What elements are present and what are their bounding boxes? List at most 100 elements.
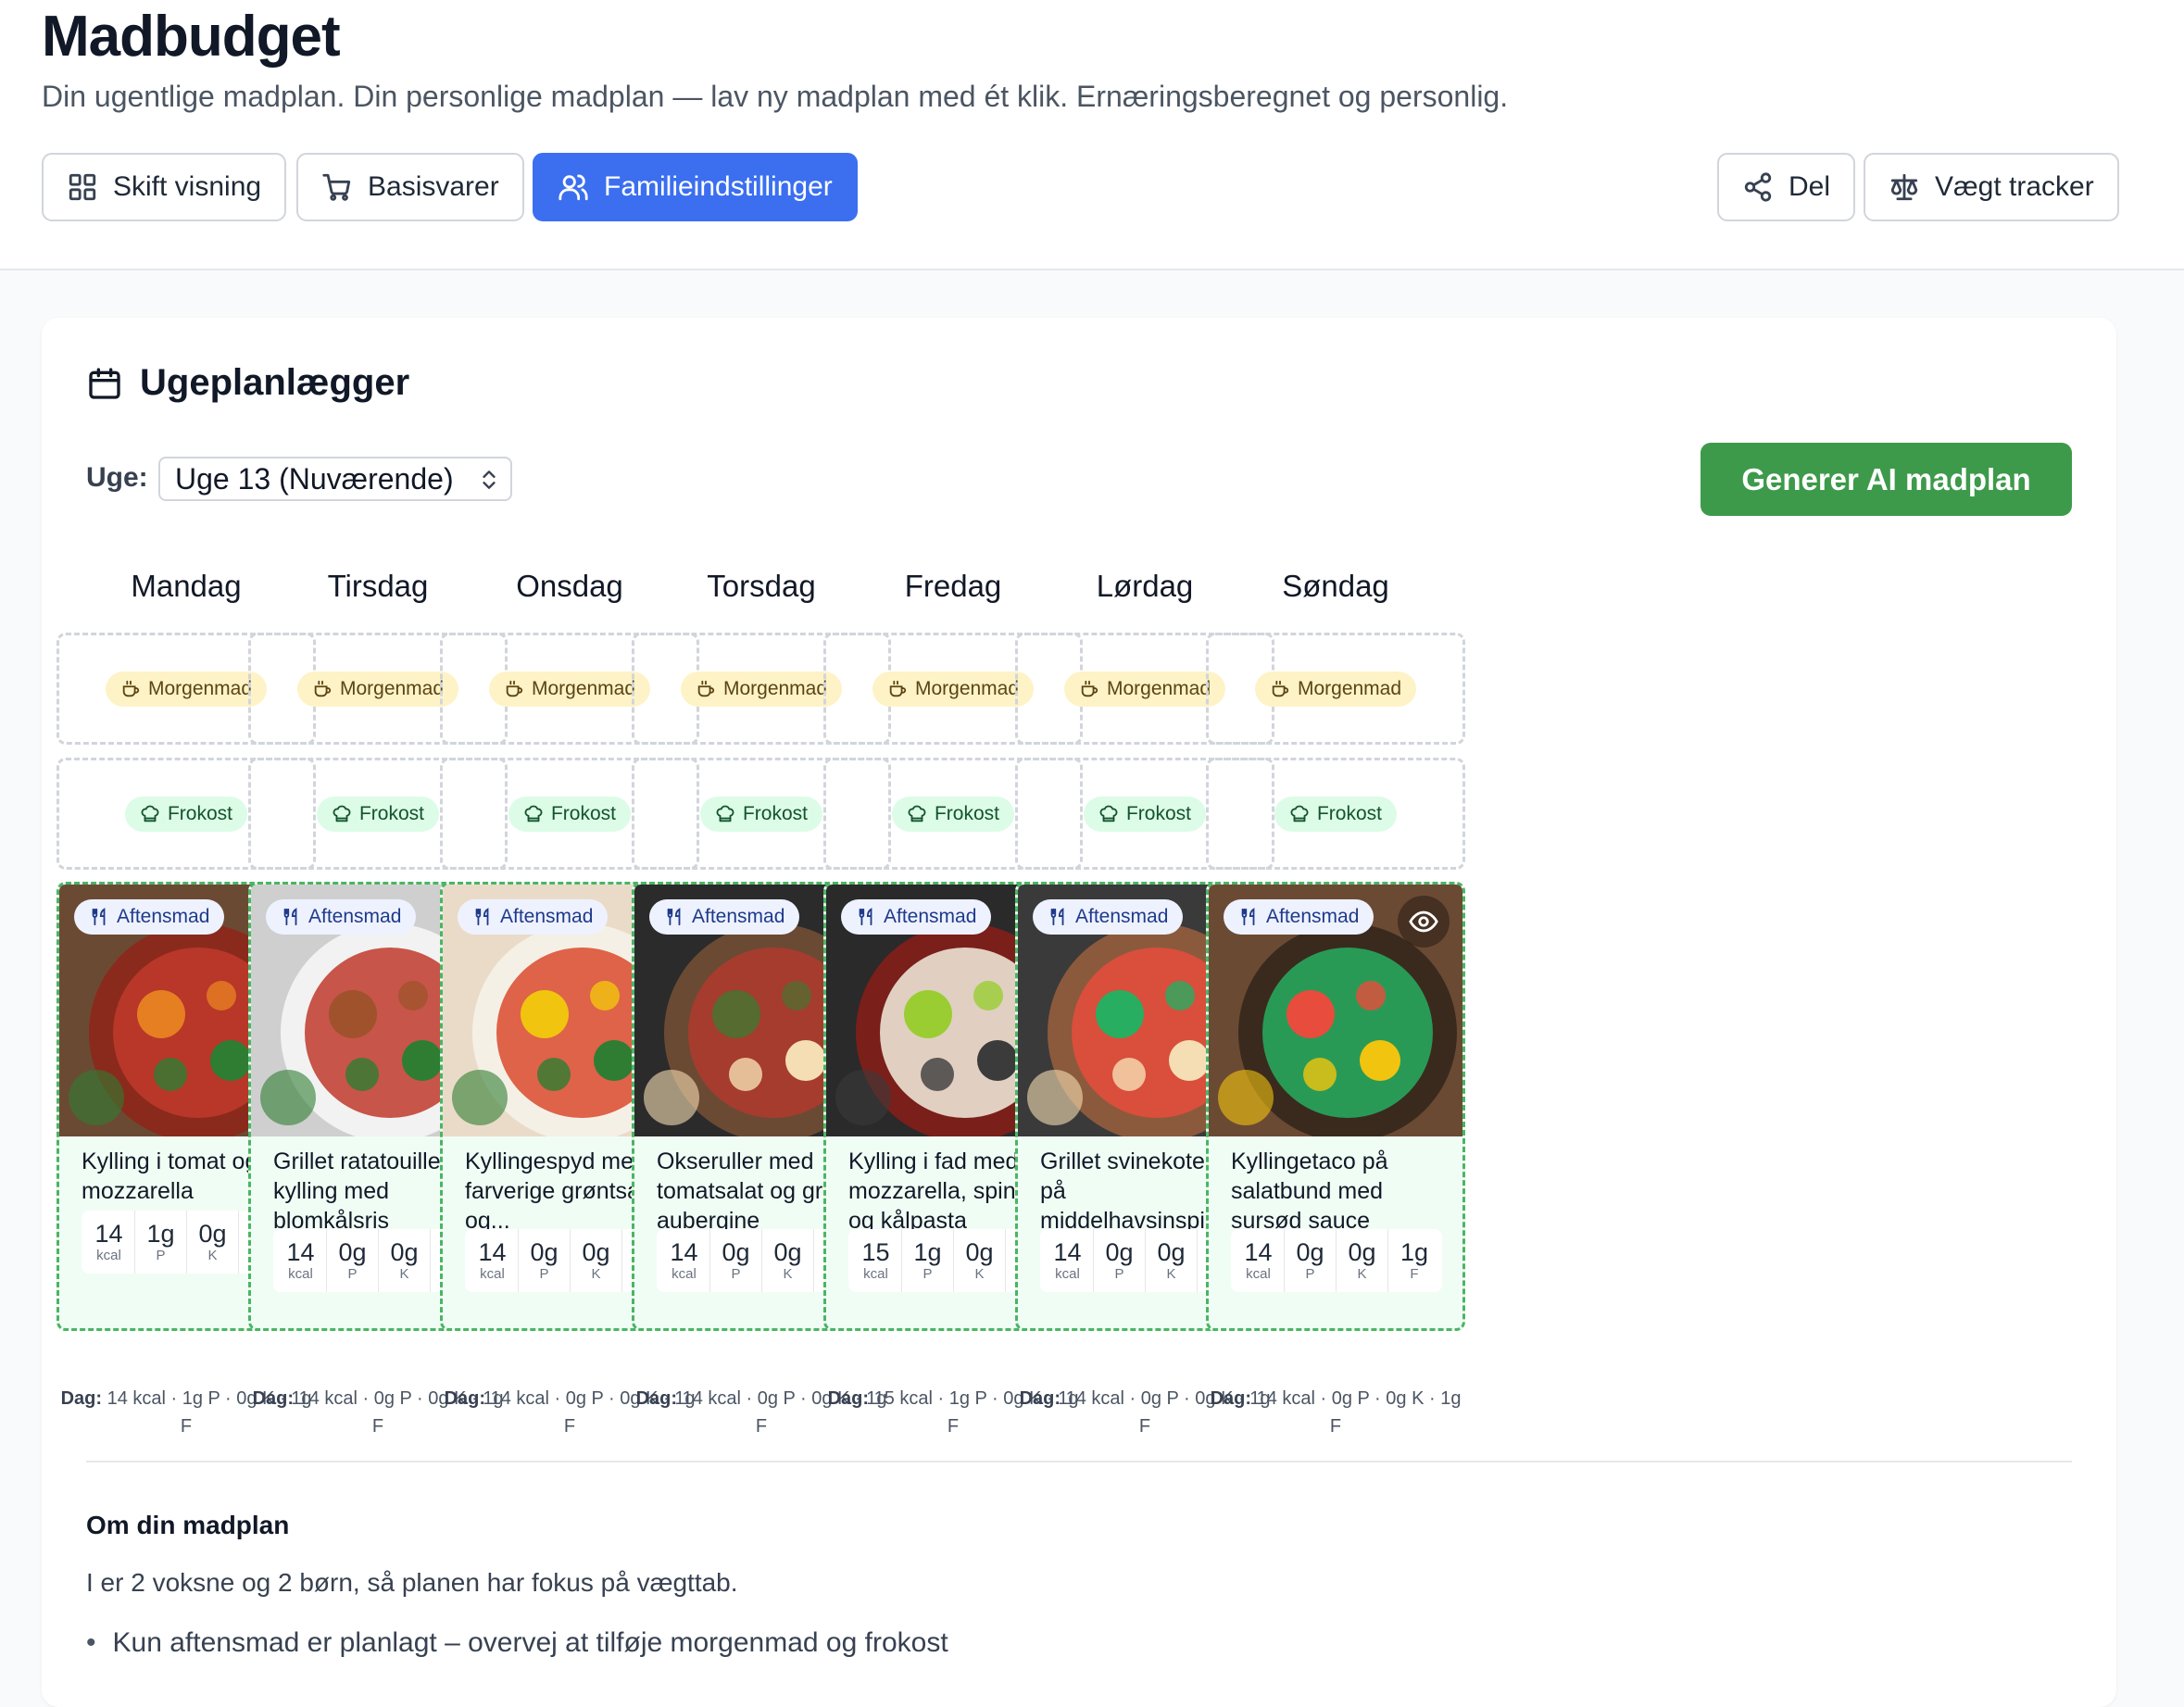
morning-chip: Morgenmad [105, 671, 268, 707]
macro-k: 0g K [1337, 1229, 1388, 1292]
basics-button[interactable]: Basisvarer [296, 153, 524, 221]
utensils-icon [92, 908, 106, 926]
day-total: Dag: 14 kcal · 0g P · 0g K · 1g F [1206, 1385, 1465, 1440]
lunch-chip: Frokost [1083, 796, 1206, 832]
macro-value: 15 [861, 1238, 890, 1266]
day-total-label: Dag: [252, 1388, 295, 1409]
lunch-label: Frokost [934, 802, 999, 824]
macro-kcal: 15 kcal [850, 1229, 902, 1292]
macro-kcal: 14 kcal [467, 1229, 519, 1292]
app-subtitle: Din ugentlige madplan. Din personlige ma… [42, 80, 1509, 113]
morning-chip: Morgenmad [1254, 671, 1417, 707]
generate-ai-plan-button[interactable]: Generer AI madplan [1701, 443, 2072, 516]
macro-value: 14 [1244, 1238, 1273, 1266]
utensils-icon [283, 908, 297, 926]
dinner-chip: Aftensmad [841, 899, 992, 935]
macro-k: 0g K [379, 1229, 431, 1292]
day-column: Søndag Morgenmad Frokost Aftensmad Kyllinget… [1206, 559, 1465, 1437]
dinner-chip: Aftensmad [266, 899, 417, 935]
week-planner-card: Ugeplanlægger Uge: Uge 13 (Nuværende) Ge… [42, 318, 2116, 1707]
coffee-icon [506, 680, 523, 697]
day-total-label: Dag: [444, 1388, 486, 1409]
dinner-chip: Aftensmad [458, 899, 609, 935]
macro-p: 0g P [710, 1229, 762, 1292]
macro-k: 0g K [1146, 1229, 1198, 1292]
chef-hat-icon [524, 805, 543, 822]
macro-unit: P [1305, 1266, 1315, 1282]
view-meal-button[interactable] [1398, 896, 1450, 948]
macro-unit: P [156, 1248, 166, 1263]
dinner-label: Aftensmad [692, 906, 785, 927]
lunch-slot[interactable]: Frokost [1206, 758, 1465, 870]
dinner-label: Aftensmad [308, 906, 402, 927]
coffee-icon [697, 680, 715, 697]
morning-label: Morgenmad [722, 677, 828, 699]
macro-value: 14 [478, 1238, 507, 1266]
coffee-icon [1081, 680, 1098, 697]
macro-f: 1gF [1388, 1229, 1440, 1292]
coffee-icon [889, 680, 907, 697]
morning-slot[interactable]: Morgenmad [1206, 633, 1465, 745]
macro-kcal: 14 kcal [83, 1211, 135, 1274]
macro-value: 0g [1296, 1238, 1324, 1266]
macro-unit: P [347, 1266, 358, 1282]
day-total-label: Dag: [635, 1388, 678, 1409]
macro-p: 0g P [519, 1229, 571, 1292]
morning-chip: Morgenmad [488, 671, 651, 707]
morning-chip: Morgenmad [1063, 671, 1226, 707]
share-button[interactable]: Del [1717, 153, 1856, 221]
top-header: Madbudget Din ugentlige madplan. Din per… [0, 0, 2184, 270]
macro-unit: K [1357, 1266, 1367, 1282]
macro-unit: kcal [96, 1248, 121, 1263]
macro-unit: kcal [480, 1266, 505, 1282]
macro-unit: F [1410, 1266, 1419, 1282]
about-text: I er 2 voksne og 2 børn, så planen har f… [86, 1568, 738, 1597]
switch-view-label: Skift visning [113, 171, 262, 202]
lunch-chip: Frokost [508, 796, 631, 832]
users-icon [559, 174, 588, 201]
weight-tracker-button[interactable]: Vægt tracker [1864, 153, 2119, 221]
switch-view-button[interactable]: Skift visning [42, 153, 287, 221]
macro-value: 1g [1400, 1238, 1429, 1266]
chef-hat-icon [716, 805, 734, 822]
macro-value: 0g [582, 1238, 610, 1266]
macro-value: 0g [1348, 1238, 1376, 1266]
morning-label: Morgenmad [339, 677, 445, 699]
about-list: Kun aftensmad er planlagt – overvej at t… [86, 1627, 948, 1659]
macro-unit: kcal [1246, 1266, 1271, 1282]
dinner-chip: Aftensmad [74, 899, 225, 935]
day-total-label: Dag: [60, 1388, 103, 1409]
chef-hat-icon [1290, 805, 1309, 822]
macro-value: 14 [286, 1238, 315, 1266]
day-total-label: Dag: [1019, 1388, 1061, 1409]
macro-value: 14 [670, 1238, 698, 1266]
lunch-chip: Frokost [1274, 796, 1397, 832]
morning-chip: Morgenmad [872, 671, 1035, 707]
macro-unit: kcal [288, 1266, 313, 1282]
week-label: Uge: [86, 462, 148, 493]
macro-unit: K [1166, 1266, 1176, 1282]
day-name: Søndag [1282, 569, 1389, 603]
dinner-card[interactable]: Aftensmad Kyllingetaco på salatbund med s… [1206, 882, 1465, 1331]
basics-label: Basisvarer [368, 171, 499, 202]
utensils-icon [475, 908, 489, 926]
family-settings-button[interactable]: Familieindstillinger [533, 153, 858, 221]
macro-unit: K [207, 1248, 218, 1263]
macro-unit: P [731, 1266, 741, 1282]
about-item: Kun aftensmad er planlagt – overvej at t… [86, 1627, 948, 1659]
macro-k: 0g K [954, 1229, 1006, 1292]
cart-icon [322, 173, 351, 201]
week-select[interactable]: Uge 13 (Nuværende) [158, 457, 512, 501]
macro-p: 0g P [1094, 1229, 1146, 1292]
macro-value: 0g [338, 1238, 367, 1266]
macro-k: 0g K [571, 1229, 622, 1292]
macro-unit: P [923, 1266, 933, 1282]
macro-value: 0g [530, 1238, 559, 1266]
macro-unit: kcal [672, 1266, 697, 1282]
dinner-chip: Aftensmad [1224, 899, 1374, 935]
lunch-label: Frokost [1125, 802, 1191, 824]
morning-label: Morgenmad [914, 677, 1020, 699]
macro-value: 0g [1105, 1238, 1134, 1266]
lunch-chip: Frokost [124, 796, 247, 832]
macro-value: 0g [965, 1238, 994, 1266]
